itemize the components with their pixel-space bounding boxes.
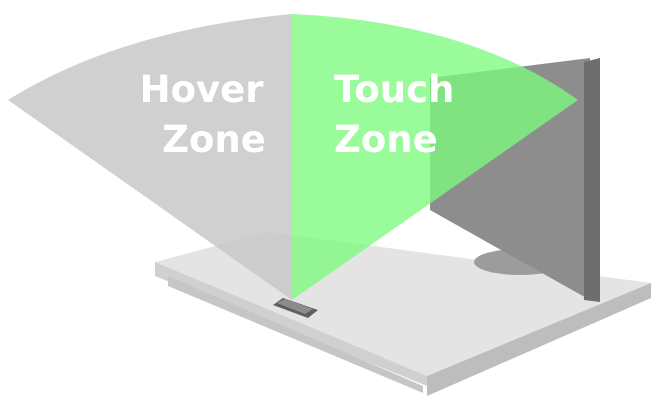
monitor-screen-edge bbox=[584, 58, 600, 302]
touch-label-line2: Zone bbox=[334, 118, 438, 161]
hover-label-line2: Zone bbox=[162, 118, 266, 161]
interaction-zones-diagram: Hover Zone Touch Zone bbox=[8, 14, 651, 396]
touch-label-line1: Touch bbox=[334, 68, 454, 111]
hover-label-line1: Hover bbox=[140, 68, 265, 111]
